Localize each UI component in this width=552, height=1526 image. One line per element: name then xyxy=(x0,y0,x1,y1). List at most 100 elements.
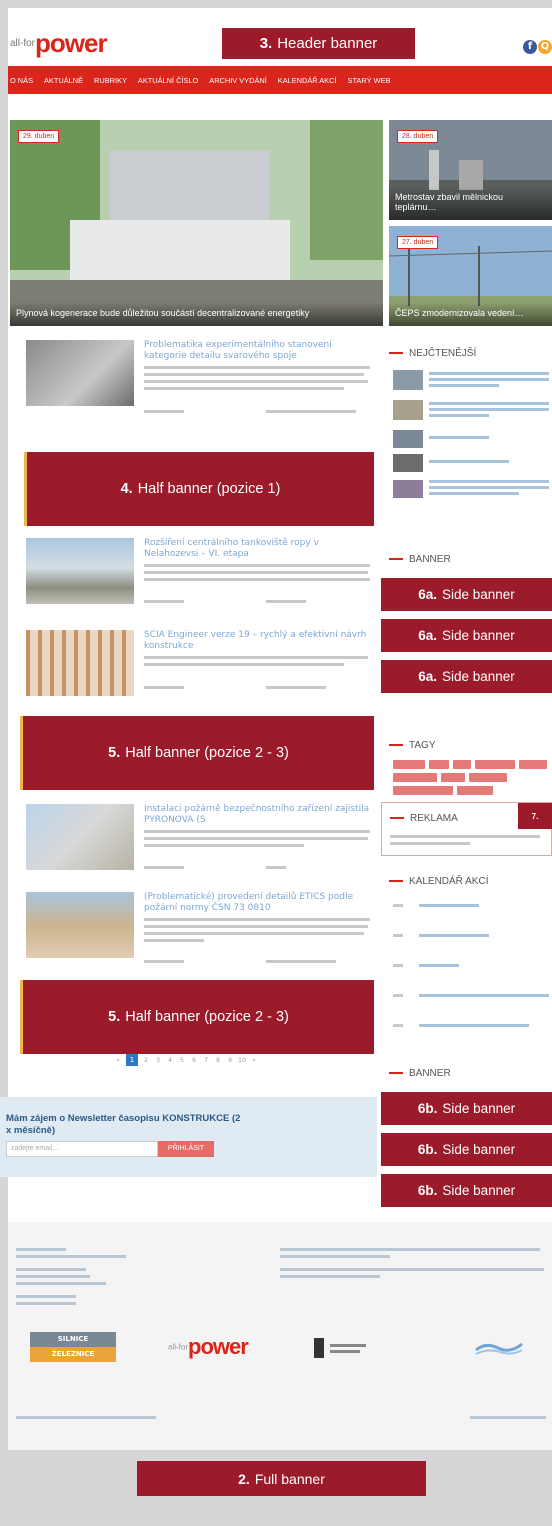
most-read-link[interactable] xyxy=(429,414,489,417)
header-banner[interactable]: 3. Header banner xyxy=(222,28,415,59)
article-title[interactable]: Rozšíření centrálního tankoviště ropy v … xyxy=(144,538,372,560)
most-read-link[interactable] xyxy=(429,384,499,387)
pager-page-current[interactable]: 1 xyxy=(126,1054,138,1066)
article-item[interactable]: SCIA Engineer verze 19 – rychlý a efekti… xyxy=(26,630,374,706)
event-link[interactable] xyxy=(419,904,479,907)
side-banner-a-2[interactable]: 6a. Side banner xyxy=(381,619,552,652)
pager-page[interactable]: 2 xyxy=(142,1057,150,1064)
article-author-meta xyxy=(266,686,326,689)
article-date-meta xyxy=(144,410,184,413)
tag-pill[interactable] xyxy=(457,786,493,795)
event-link[interactable] xyxy=(419,934,489,937)
side-banner-a-1[interactable]: 6a. Side banner xyxy=(381,578,552,611)
side-banner-number: 6a. xyxy=(418,587,437,602)
event-link[interactable] xyxy=(419,1024,529,1027)
side-banner-a-3[interactable]: 6a. Side banner xyxy=(381,660,552,693)
half-banner-2-text: Half banner (pozice 2 - 3) xyxy=(125,745,289,761)
article-item[interactable]: Rozšíření centrálního tankoviště ropy v … xyxy=(26,538,374,614)
newsletter-title: Mám zájem o Newsletter časopisu KONSTRUK… xyxy=(6,1113,241,1136)
article-item[interactable]: Instalaci požárně bezpečnostního zařízen… xyxy=(26,804,374,880)
article-title[interactable]: Problematika experimentálního stanovení … xyxy=(144,340,372,362)
tag-pill[interactable] xyxy=(441,773,465,782)
article-title[interactable]: (Problematické) provedení detailů ETICS … xyxy=(144,892,372,914)
pager-page[interactable]: 4 xyxy=(166,1057,174,1064)
footer-logo-power[interactable]: all-forpower xyxy=(168,1334,249,1360)
most-read-thumb xyxy=(393,430,423,448)
hero-side-1-caption: Metrostav zbavil mělnickou teplárnu… xyxy=(389,186,552,220)
footer-text-line xyxy=(280,1248,540,1251)
tag-pill[interactable] xyxy=(475,760,515,769)
pager-next[interactable]: » xyxy=(250,1057,258,1064)
hero-side-2-caption: ČEPS zmodernizovala vedení… xyxy=(389,302,552,326)
half-banner-1[interactable]: 4. Half banner (pozice 1) xyxy=(24,452,374,526)
side-banner-number: 6b. xyxy=(417,1142,438,1157)
pager-prev[interactable]: « xyxy=(114,1057,122,1064)
most-read-list xyxy=(393,370,552,498)
pager-page[interactable]: 8 xyxy=(214,1057,222,1064)
article-author-meta xyxy=(266,866,286,869)
hero-main-date: 29. duben xyxy=(18,130,60,143)
most-read-link[interactable] xyxy=(429,408,549,411)
footer-logo-stavebni[interactable] xyxy=(314,1338,374,1358)
footer-logo-silnice[interactable]: SILNICE ŽELEZNICE xyxy=(30,1332,116,1362)
article-item[interactable]: (Problematické) provedení detailů ETICS … xyxy=(26,892,374,972)
nav-item-aktualne[interactable]: AKTUÁLNĚ xyxy=(33,76,83,85)
search-icon[interactable]: Q xyxy=(538,40,552,54)
nav-item-aktualni-cislo[interactable]: AKTUÁLNÍ ČÍSLO xyxy=(127,76,198,85)
hero-side-article-1[interactable]: 28. duben Metrostav zbavil mělnickou tep… xyxy=(389,120,552,220)
article-title[interactable]: Instalaci požárně bezpečnostního zařízen… xyxy=(144,804,372,826)
nav-item-rubriky[interactable]: RUBRIKY xyxy=(83,76,127,85)
tag-pill[interactable] xyxy=(393,786,453,795)
event-date xyxy=(393,994,403,997)
nav-item-archiv[interactable]: ARCHIV VYDÁNÍ xyxy=(198,76,267,85)
full-banner[interactable]: 2. Full banner xyxy=(137,1461,426,1496)
hero-side-2-date: 27. duben xyxy=(397,236,439,249)
most-read-link[interactable] xyxy=(429,372,549,375)
nav-item-stary-web[interactable]: STARÝ WEB xyxy=(337,76,391,85)
nav-item-o-nas[interactable]: O NÁS xyxy=(8,76,33,85)
facebook-icon[interactable]: f xyxy=(523,40,537,54)
half-banner-2[interactable]: 5. Half banner (pozice 2 - 3) xyxy=(20,716,374,790)
tag-pill[interactable] xyxy=(469,773,507,782)
most-read-link[interactable] xyxy=(429,402,549,405)
event-date xyxy=(393,904,403,907)
footer-logo-waves[interactable] xyxy=(474,1338,524,1358)
tag-pill[interactable] xyxy=(453,760,471,769)
side-banner-b-3[interactable]: 6b. Side banner xyxy=(381,1174,552,1207)
pager-page[interactable]: 6 xyxy=(190,1057,198,1064)
newsletter-email-input[interactable]: zadejte email... xyxy=(6,1141,158,1157)
pager-page[interactable]: 5 xyxy=(178,1057,186,1064)
logo-prefix: all-for xyxy=(10,38,36,49)
tag-pill[interactable] xyxy=(519,760,547,769)
newsletter-submit-button[interactable]: PŘIHLÁSIT xyxy=(158,1141,214,1157)
hero-main-article[interactable]: 29. duben Plynová kogenerace bude důleži… xyxy=(10,120,383,326)
most-read-link[interactable] xyxy=(429,480,549,483)
nav-item-kalendar[interactable]: KALENDÁŘ AKCÍ xyxy=(267,76,337,85)
tag-pill[interactable] xyxy=(429,760,449,769)
pager-page[interactable]: 9 xyxy=(226,1057,234,1064)
most-read-link[interactable] xyxy=(429,436,489,439)
side-banner-text: Side banner xyxy=(442,1142,516,1157)
most-read-link[interactable] xyxy=(429,460,509,463)
most-read-link[interactable] xyxy=(429,486,549,489)
tag-pill[interactable] xyxy=(393,773,437,782)
most-read-link[interactable] xyxy=(429,492,519,495)
side-banner-b-1[interactable]: 6b. Side banner xyxy=(381,1092,552,1125)
reklama-box[interactable]: REKLAMA 7. xyxy=(381,802,552,856)
article-item[interactable]: Problematika experimentálního stanovení … xyxy=(26,340,374,430)
footer-text-line xyxy=(280,1255,390,1258)
event-link[interactable] xyxy=(419,964,459,967)
half-banner-1-text: Half banner (pozice 1) xyxy=(137,481,281,497)
tag-pill[interactable] xyxy=(393,760,425,769)
site-logo[interactable]: all-forpower xyxy=(10,28,108,59)
side-banner-b-2[interactable]: 6b. Side banner xyxy=(381,1133,552,1166)
half-banner-3[interactable]: 5. Half banner (pozice 2 - 3) xyxy=(20,980,374,1054)
most-read-link[interactable] xyxy=(429,378,549,381)
hero-side-article-2[interactable]: 27. duben ČEPS zmodernizovala vedení… xyxy=(389,226,552,326)
event-link[interactable] xyxy=(419,994,549,997)
pager-page[interactable]: 3 xyxy=(154,1057,162,1064)
pager-page[interactable]: 10 xyxy=(238,1057,246,1064)
article-title[interactable]: SCIA Engineer verze 19 – rychlý a efekti… xyxy=(144,630,372,652)
pager-page[interactable]: 7 xyxy=(202,1057,210,1064)
footer-text-line xyxy=(16,1268,86,1271)
